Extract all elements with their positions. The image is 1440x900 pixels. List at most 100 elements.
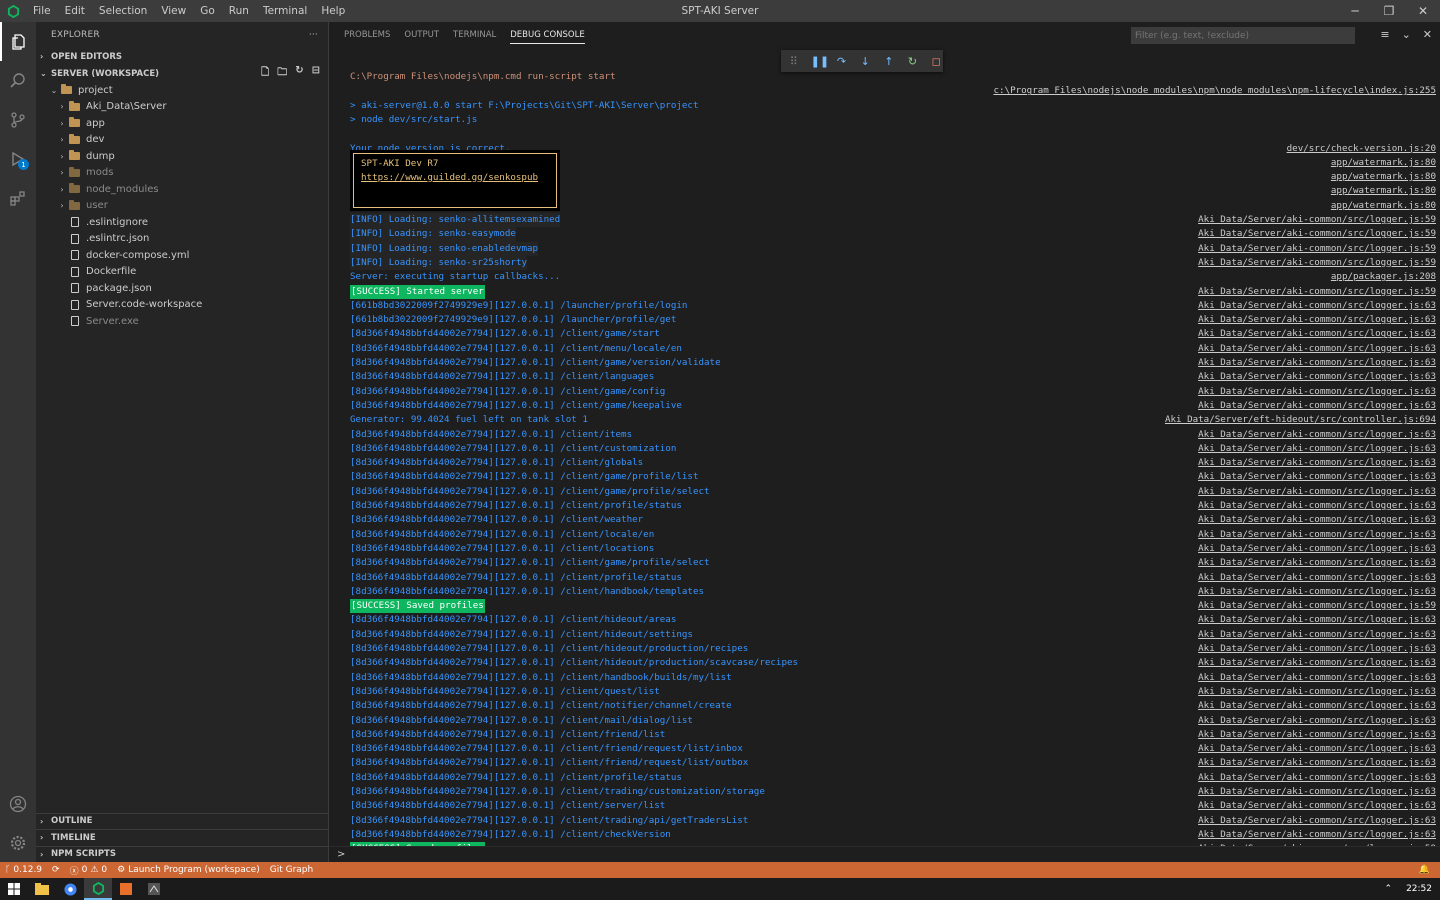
source-link[interactable]: Aki_Data/Server/aki-common/src/logger.js… [1198,656,1436,670]
source-link[interactable]: app/watermark.js:80 [1331,156,1436,170]
explorer-icon[interactable] [0,22,36,61]
tree-file[interactable]: package.json [36,280,328,297]
tree-folder[interactable]: › Aki_Data\Server [36,99,328,116]
clear-console-icon[interactable]: ≡ [1380,28,1389,41]
tree-folder-project[interactable]: ⌄ project [36,82,328,99]
tree-folder[interactable]: › mods [36,165,328,182]
maximize-button[interactable]: ❐ [1372,0,1406,22]
source-link[interactable]: Aki_Data/Server/aki-common/src/logger.js… [1198,799,1436,813]
tab-problems[interactable]: PROBLEMS [337,22,397,49]
source-link[interactable]: Aki_Data/Server/aki-common/src/logger.js… [1198,470,1436,484]
menu-item-edit[interactable]: Edit [58,0,92,22]
source-link[interactable]: Aki_Data/Server/aki-common/src/logger.js… [1198,342,1436,356]
settings-gear-icon[interactable] [0,823,36,862]
tree-folder[interactable]: › dev [36,132,328,149]
menu-item-run[interactable]: Run [222,0,256,22]
workspace-section[interactable]: ⌄ SERVER (WORKSPACE) 🗋 🗀 ↻ ⊟ [36,65,328,82]
sync-icon[interactable]: ⟳ [47,865,65,875]
tree-folder[interactable]: › dump [36,148,328,165]
source-link[interactable]: app/watermark.js:80 [1331,170,1436,184]
launch-config-status[interactable]: ⚙ Launch Program (workspace) [112,865,265,875]
source-link[interactable]: Aki_Data/Server/aki-common/src/logger.js… [1198,299,1436,313]
source-link[interactable]: Aki_Data/Server/aki-common/src/logger.js… [1198,428,1436,442]
git-graph-status[interactable]: Git Graph [265,865,318,875]
source-link[interactable]: Aki_Data/Server/aki-common/src/logger.js… [1198,642,1436,656]
filter-input[interactable] [1131,27,1355,44]
source-control-icon[interactable] [0,100,36,139]
source-link[interactable]: Aki_Data/Server/aki-common/src/logger.js… [1198,685,1436,699]
outline-section[interactable]: › OUTLINE [36,812,328,830]
source-link[interactable]: Aki_Data/Server/eft-hideout/src/controll… [1165,413,1436,427]
more-actions-button[interactable]: ··· [309,30,318,40]
collapse-all-icon[interactable]: ⊟ [312,65,320,82]
menu-item-view[interactable]: View [154,0,193,22]
vscode-taskbar-icon[interactable] [84,878,112,900]
menu-item-help[interactable]: Help [314,0,352,22]
refresh-icon[interactable]: ↻ [295,65,303,82]
source-link[interactable]: Aki_Data/Server/aki-common/src/logger.js… [1198,513,1436,527]
source-link[interactable]: Aki_Data/Server/aki-common/src/logger.js… [1198,571,1436,585]
source-link[interactable]: c:\Program Files\nodejs\node_modules\npm… [993,84,1436,98]
clock[interactable]: 22:52 [1406,884,1432,894]
source-link[interactable]: Aki_Data/Server/aki-common/src/logger.js… [1198,442,1436,456]
step-over-icon[interactable]: ↷ [835,55,849,68]
watermark-link[interactable]: https://www.guilded.gg/senkospub [361,171,549,185]
npm-scripts-section[interactable]: › NPM SCRIPTS [36,845,328,863]
tree-folder[interactable]: › node_modules [36,181,328,198]
new-file-icon[interactable]: 🗋 [261,65,269,82]
close-button[interactable]: ✕ [1406,0,1440,22]
tab-debug-console[interactable]: DEBUG CONSOLE [503,22,591,49]
source-link[interactable]: Aki_Data/Server/aki-common/src/logger.js… [1198,399,1436,413]
source-link[interactable]: Aki_Data/Server/aki-common/src/logger.js… [1198,628,1436,642]
source-link[interactable]: Aki_Data/Server/aki-common/src/logger.js… [1198,613,1436,627]
chrome-taskbar-icon[interactable] [56,878,84,900]
windows-start-icon[interactable] [0,878,28,900]
new-folder-icon[interactable]: 🗀 [277,65,287,82]
search-icon[interactable] [0,61,36,100]
minimize-button[interactable]: ─ [1338,0,1372,22]
tab-output[interactable]: OUTPUT [397,22,446,49]
timeline-section[interactable]: › TIMELINE [36,829,328,846]
source-link[interactable]: Aki_Data/Server/aki-common/src/logger.js… [1198,285,1436,299]
source-link[interactable]: Aki_Data/Server/aki-common/src/logger.js… [1198,385,1436,399]
source-link[interactable]: Aki_Data/Server/aki-common/src/logger.js… [1198,327,1436,341]
source-link[interactable]: Aki_Data/Server/aki-common/src/logger.js… [1198,814,1436,828]
notifications-icon[interactable]: 🔔 [1414,865,1440,875]
tree-folder[interactable]: › app [36,115,328,132]
tree-file[interactable]: Server.code-workspace [36,297,328,314]
source-link[interactable]: Aki_Data/Server/aki-common/src/logger.js… [1198,828,1436,842]
extensions-icon[interactable] [0,178,36,217]
source-link[interactable]: Aki_Data/Server/aki-common/src/logger.js… [1198,213,1436,227]
source-link[interactable]: Aki_Data/Server/aki-common/src/logger.js… [1198,227,1436,241]
step-into-icon[interactable]: ↓ [858,55,872,68]
menu-item-go[interactable]: Go [193,0,222,22]
tree-folder[interactable]: › user [36,198,328,215]
source-link[interactable]: Aki_Data/Server/aki-common/src/logger.js… [1198,599,1436,613]
tree-file[interactable]: .eslintignore [36,214,328,231]
source-link[interactable]: Aki_Data/Server/aki-common/src/logger.js… [1198,485,1436,499]
chevron-down-icon[interactable]: ⌄ [1402,28,1411,41]
stop-icon[interactable]: ◻ [929,55,943,68]
tree-file[interactable]: docker-compose.yml [36,247,328,264]
source-link[interactable]: Aki_Data/Server/aki-common/src/logger.js… [1198,728,1436,742]
game-taskbar-icon[interactable] [140,878,168,900]
source-link[interactable]: Aki_Data/Server/aki-common/src/logger.js… [1198,242,1436,256]
source-link[interactable]: Aki_Data/Server/aki-common/src/logger.js… [1198,499,1436,513]
source-link[interactable]: Aki_Data/Server/aki-common/src/logger.js… [1198,370,1436,384]
source-link[interactable]: Aki_Data/Server/aki-common/src/logger.js… [1198,356,1436,370]
menu-item-file[interactable]: File [26,0,58,22]
open-editors-section[interactable]: › OPEN EDITORS [36,48,328,65]
console-input[interactable]: > [329,846,1440,862]
close-panel-icon[interactable]: ✕ [1423,28,1432,41]
file-explorer-taskbar-icon[interactable] [28,878,56,900]
branch-status[interactable]: ᚴ 0.12.9 [0,865,47,875]
menu-item-terminal[interactable]: Terminal [256,0,314,22]
source-link[interactable]: Aki_Data/Server/aki-common/src/logger.js… [1198,756,1436,770]
source-link[interactable]: Aki_Data/Server/aki-common/src/logger.js… [1198,742,1436,756]
tree-file[interactable]: Dockerfile [36,264,328,281]
app-orange-taskbar-icon[interactable] [112,878,140,900]
source-link[interactable]: Aki_Data/Server/aki-common/src/logger.js… [1198,256,1436,270]
pause-icon[interactable]: ❚❚ [811,55,829,68]
tray-chevron-up-icon[interactable]: ⌃ [1385,884,1393,894]
menu-item-selection[interactable]: Selection [92,0,154,22]
